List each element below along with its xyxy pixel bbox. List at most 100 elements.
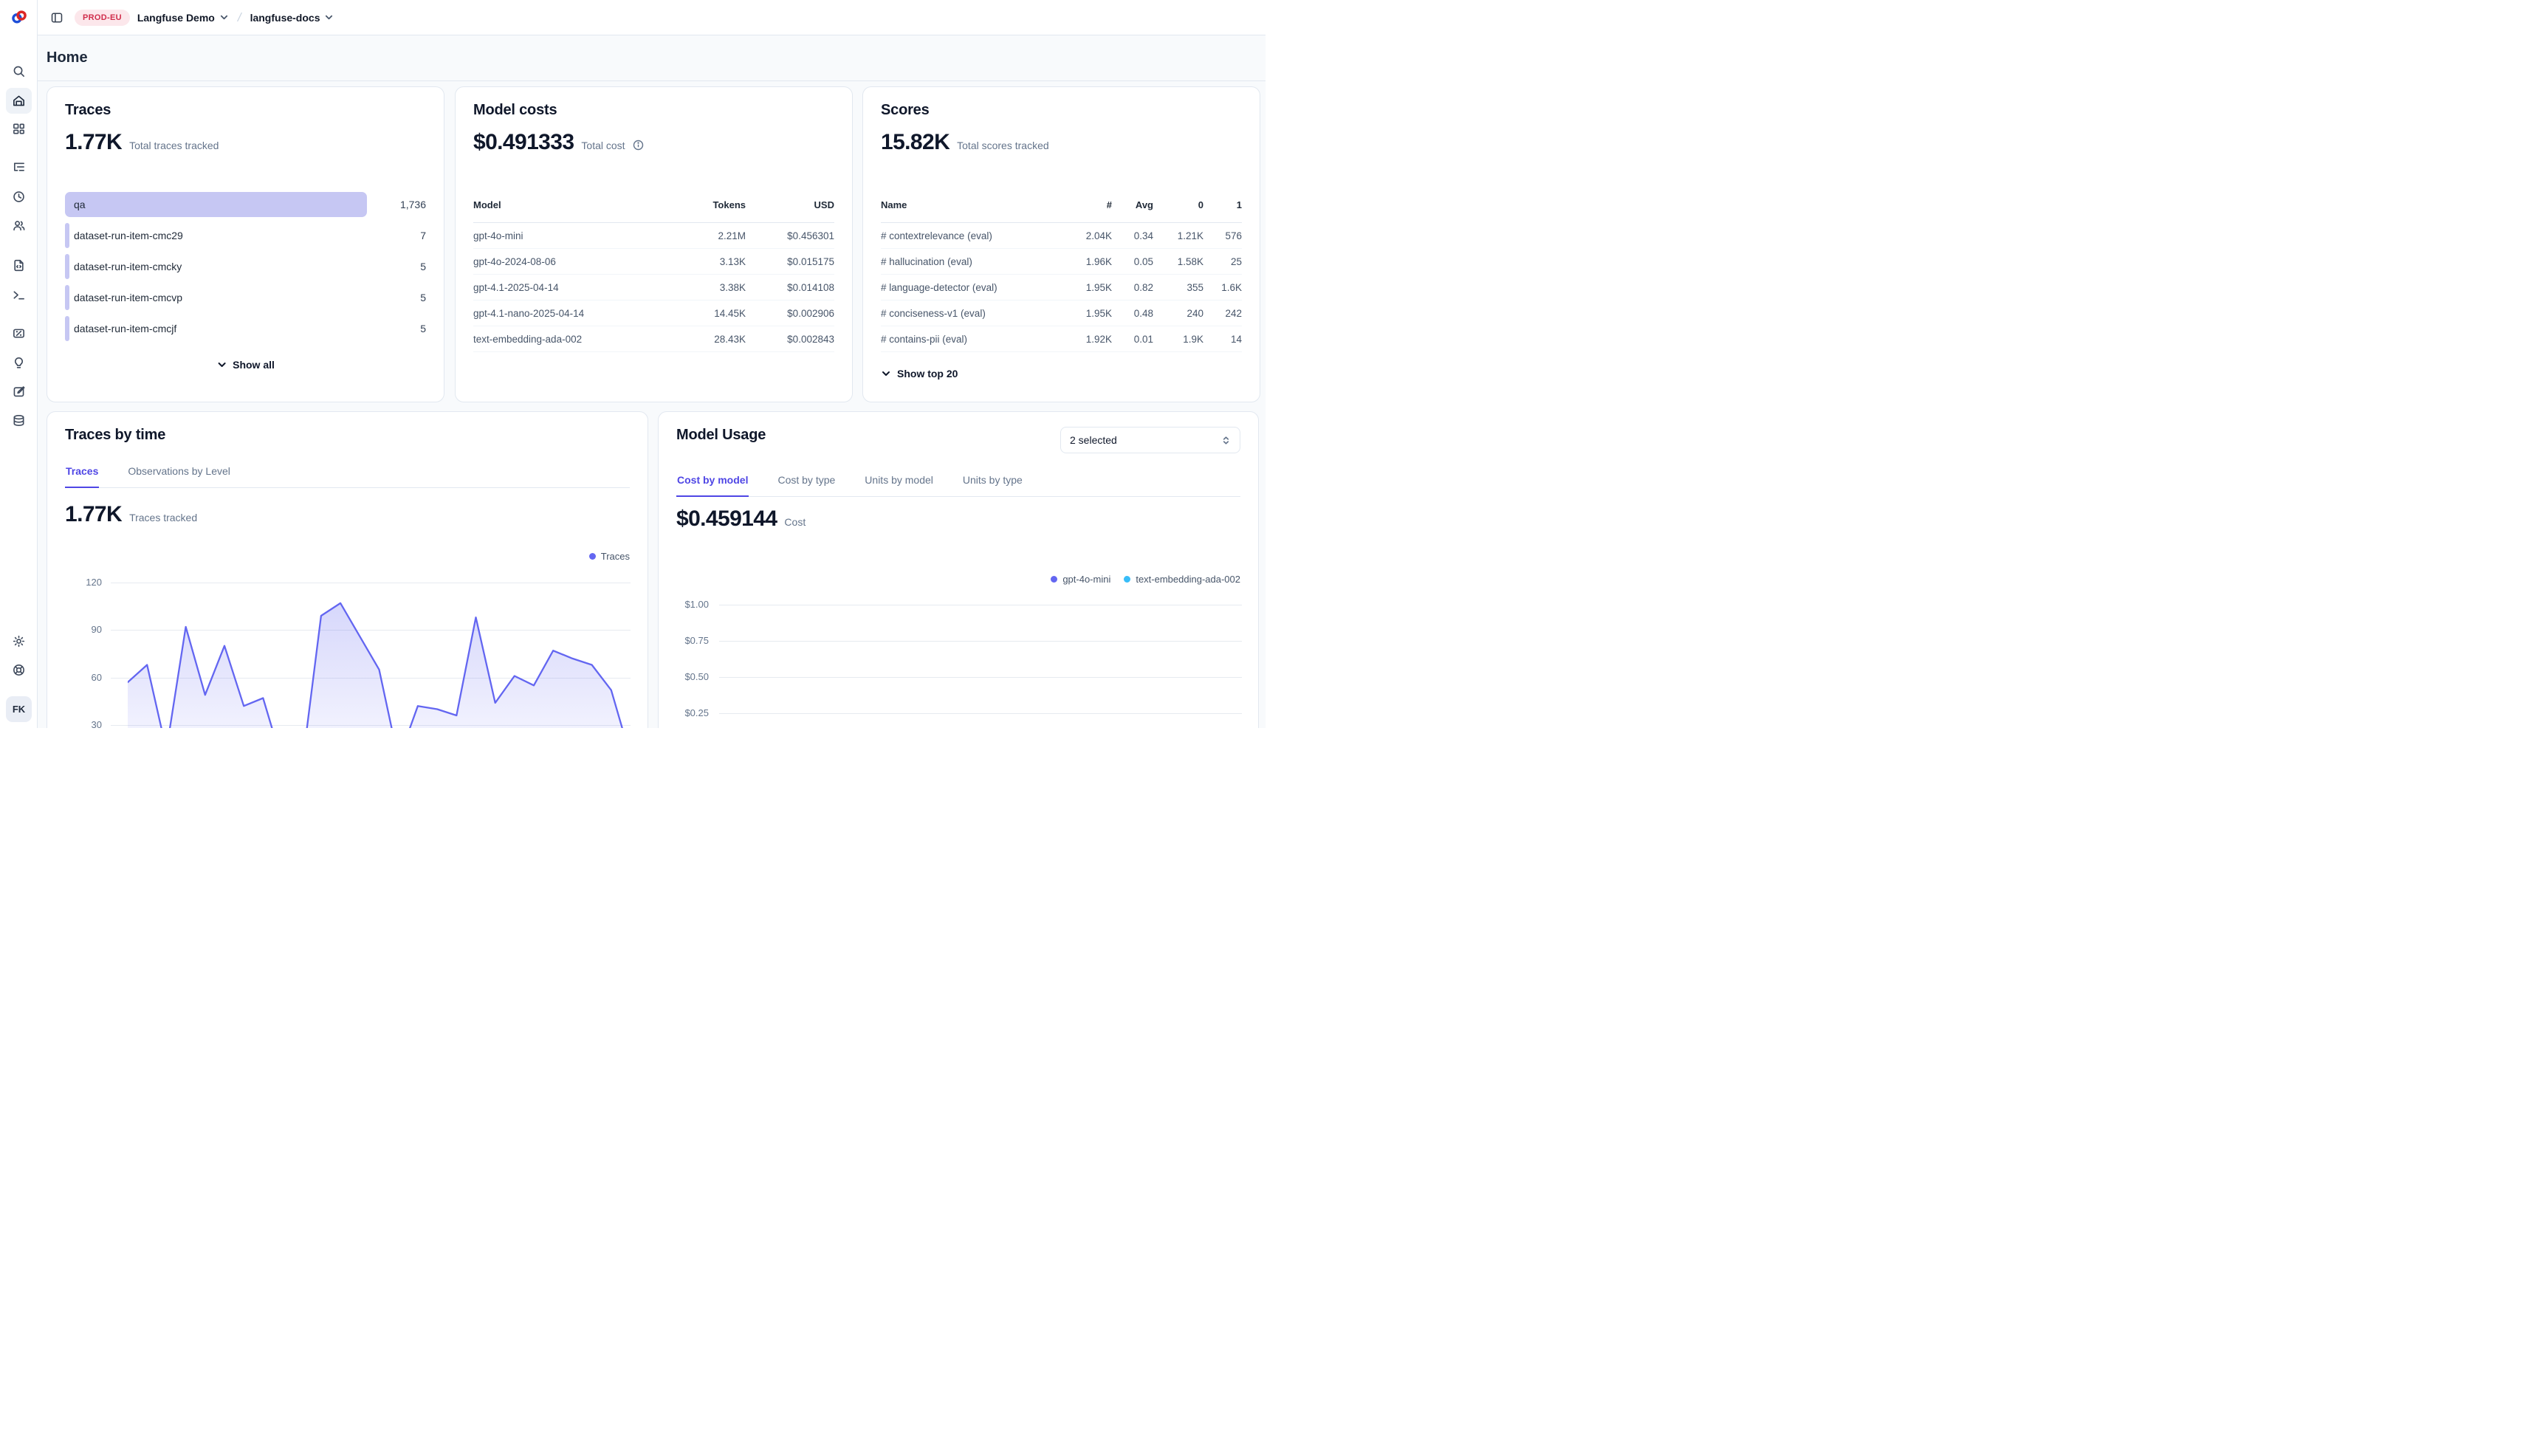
traces-card: Traces 1.77K Total traces tracked qa1,73… [47, 86, 444, 402]
model-usage-tab-cost-by-model[interactable]: Cost by model [676, 474, 749, 497]
legend-item-text-embedding-ada-002: text-embedding-ada-002 [1124, 574, 1240, 585]
cell: $0.002843 [746, 334, 834, 345]
sidebar-item-annotation[interactable] [6, 379, 32, 405]
model-select-value: 2 selected [1070, 434, 1117, 446]
sidebar-item-prompts[interactable] [6, 253, 32, 278]
chevron-down-icon [324, 13, 334, 22]
sidebar-toggle-button[interactable] [47, 7, 67, 28]
trace-bar [65, 254, 69, 279]
scores-header: Name#Avg01 [881, 199, 1242, 223]
sidebar-item-support[interactable] [6, 657, 32, 683]
cell: 1.92K [1066, 334, 1112, 345]
col-header: 1 [1203, 199, 1242, 210]
legend-item-gpt-4o-mini: gpt-4o-mini [1051, 574, 1110, 585]
cell: 0.82 [1112, 282, 1153, 293]
traces-total: 1.77K [65, 130, 122, 155]
project-switcher[interactable]: langfuse-docs [250, 12, 334, 24]
model-cost-row: gpt-4o-2024-08-063.13K$0.015175 [473, 249, 834, 275]
cell: 0.05 [1112, 256, 1153, 267]
traces-area-fill [128, 603, 631, 728]
trace-bar-label: dataset-run-item-cmcjf [74, 316, 176, 341]
trace-bar-label: qa [74, 192, 86, 217]
info-icon[interactable] [633, 140, 644, 154]
lifebuoy-icon [12, 663, 26, 677]
usage-chart-legend: gpt-4o-mini text-embedding-ada-002 [1051, 574, 1240, 585]
sidebar-item-search[interactable] [6, 58, 32, 84]
trace-bar-value: 5 [420, 285, 426, 310]
traces-metric: 1.77K Total traces tracked [65, 130, 219, 155]
trace-bar-row: dataset-run-item-cmcky5 [65, 254, 426, 279]
model-usage-card: Model Usage 2 selected Cost by modelCost… [658, 411, 1259, 728]
sidebar-item-users[interactable] [6, 213, 32, 238]
model-costs-metric: $0.491333 Total cost [473, 130, 644, 155]
model-usage-title: Model Usage [676, 427, 766, 444]
lightbulb-icon [12, 356, 26, 370]
sidebar-item-evaluation[interactable] [6, 320, 32, 346]
score-row: # language-detector (eval)1.95K0.823551.… [881, 275, 1242, 301]
legend-label: text-embedding-ada-002 [1136, 574, 1240, 585]
cell: 2.21M [664, 230, 746, 241]
chevron-down-icon [216, 360, 227, 370]
model-usage-tab-units-by-type[interactable]: Units by type [962, 474, 1023, 497]
col-header: # [1066, 199, 1112, 210]
traces-card-title: Traces [65, 102, 111, 119]
topbar: PROD-EU Langfuse Demo / langfuse-docs [38, 0, 1266, 35]
cell: 576 [1203, 230, 1242, 241]
traces-by-time-tab-traces[interactable]: Traces [65, 465, 99, 488]
legend-dot [589, 553, 596, 560]
sidebar-item-datasets[interactable] [6, 408, 32, 433]
model-cost-row: text-embedding-ada-00228.43K$0.002843 [473, 326, 834, 352]
sidebar-item-sessions[interactable] [6, 184, 32, 210]
sidebar-item-dashboards[interactable] [6, 116, 32, 142]
gridline [719, 641, 1242, 642]
trace-bar-label: dataset-run-item-cmc29 [74, 223, 183, 248]
y-tick-label: 90 [69, 624, 102, 635]
org-switcher[interactable]: Langfuse Demo [137, 12, 229, 24]
cell: gpt-4.1-nano-2025-04-14 [473, 308, 664, 319]
trace-bar [65, 223, 69, 248]
cell: # hallucination (eval) [881, 256, 1066, 267]
model-usage-tabs: Cost by model Cost by type Units by model U… [676, 474, 1240, 497]
search-icon [12, 64, 26, 78]
sidebar-item-settings[interactable] [6, 628, 32, 654]
traces-area-chart [128, 583, 631, 728]
traces-by-time-tab-observations-by-level[interactable]: Observations by Level [127, 465, 231, 488]
content: Traces 1.77K Total traces tracked qa1,73… [38, 81, 1266, 728]
sidebar-item-tracing[interactable] [6, 154, 32, 180]
sidebar-item-home[interactable] [6, 88, 32, 114]
sidebar: FK [0, 0, 38, 728]
model-cost-row: gpt-4.1-nano-2025-04-1414.45K$0.002906 [473, 301, 834, 326]
show-top-20-button[interactable]: Show top 20 [881, 368, 958, 380]
chevron-down-icon [219, 13, 229, 22]
model-select[interactable]: 2 selected [1060, 427, 1240, 453]
model-usage-tab-cost-by-type[interactable]: Cost by type [777, 474, 836, 497]
sidebar-item-llm-judge[interactable] [6, 350, 32, 376]
sidebar-item-playground[interactable] [6, 282, 32, 308]
legend-label: gpt-4o-mini [1062, 574, 1110, 585]
y-tick-label: 60 [69, 672, 102, 683]
show-all-button[interactable]: Show all [216, 359, 275, 371]
trace-bar-label: dataset-run-item-cmcky [74, 254, 182, 279]
y-tick-label: 30 [69, 719, 102, 728]
cell: 14 [1203, 334, 1242, 345]
cell: 0.01 [1112, 334, 1153, 345]
score-row: # hallucination (eval)1.96K0.051.58K25 [881, 249, 1242, 275]
model-usage-tab-units-by-model[interactable]: Units by model [864, 474, 934, 497]
user-avatar[interactable]: FK [6, 696, 32, 722]
col-header: USD [746, 199, 834, 210]
cell: 1.6K [1203, 282, 1242, 293]
page-header: Home [38, 35, 1266, 81]
col-header: Model [473, 199, 664, 210]
scores-title: Scores [881, 102, 930, 119]
traces-by-time-metric: 1.77K Traces tracked [65, 502, 197, 527]
cell: 355 [1153, 282, 1203, 293]
cell: 3.38K [664, 282, 746, 293]
cell: 1.21K [1153, 230, 1203, 241]
trace-bar-row: dataset-run-item-cmcvp5 [65, 285, 426, 310]
model-costs-header: ModelTokensUSD [473, 199, 834, 223]
total-cost: $0.491333 [473, 130, 574, 155]
clock-icon [12, 190, 26, 204]
gear-icon [12, 634, 26, 648]
cell: 0.48 [1112, 308, 1153, 319]
legend-dot [1124, 576, 1130, 583]
